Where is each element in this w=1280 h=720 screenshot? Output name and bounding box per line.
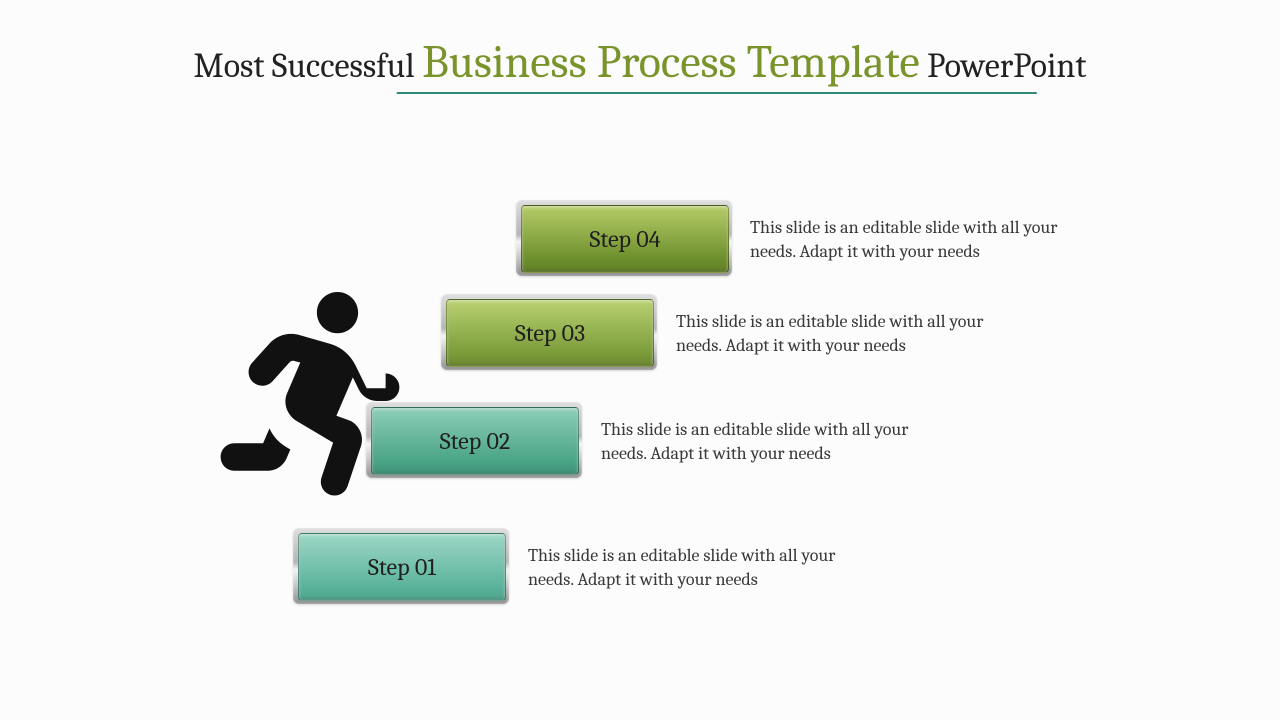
step-box-3: Step 03: [441, 294, 657, 370]
title-suffix: PowerPoint: [920, 46, 1087, 86]
step-label-4: Step 04: [521, 205, 729, 273]
title-highlight: Business Process Template: [422, 36, 920, 95]
title-underline: [397, 92, 1037, 94]
step-desc-2: This slide is an editable slide with all…: [601, 418, 921, 467]
running-person-svg: [210, 292, 410, 512]
step-label-3: Step 03: [446, 299, 654, 367]
running-person-icon: [210, 292, 410, 512]
step-label-1: Step 01: [298, 533, 506, 601]
step-desc-3: This slide is an editable slide with all…: [676, 310, 996, 359]
step-desc-1: This slide is an editable slide with all…: [528, 544, 848, 593]
slide-title: Most Successful Business Process Templat…: [0, 36, 1280, 89]
step-box-1: Step 01: [293, 528, 509, 604]
step-desc-4: This slide is an editable slide with all…: [750, 216, 1070, 265]
title-prefix: Most Successful: [194, 46, 423, 86]
step-box-4: Step 04: [516, 200, 732, 276]
